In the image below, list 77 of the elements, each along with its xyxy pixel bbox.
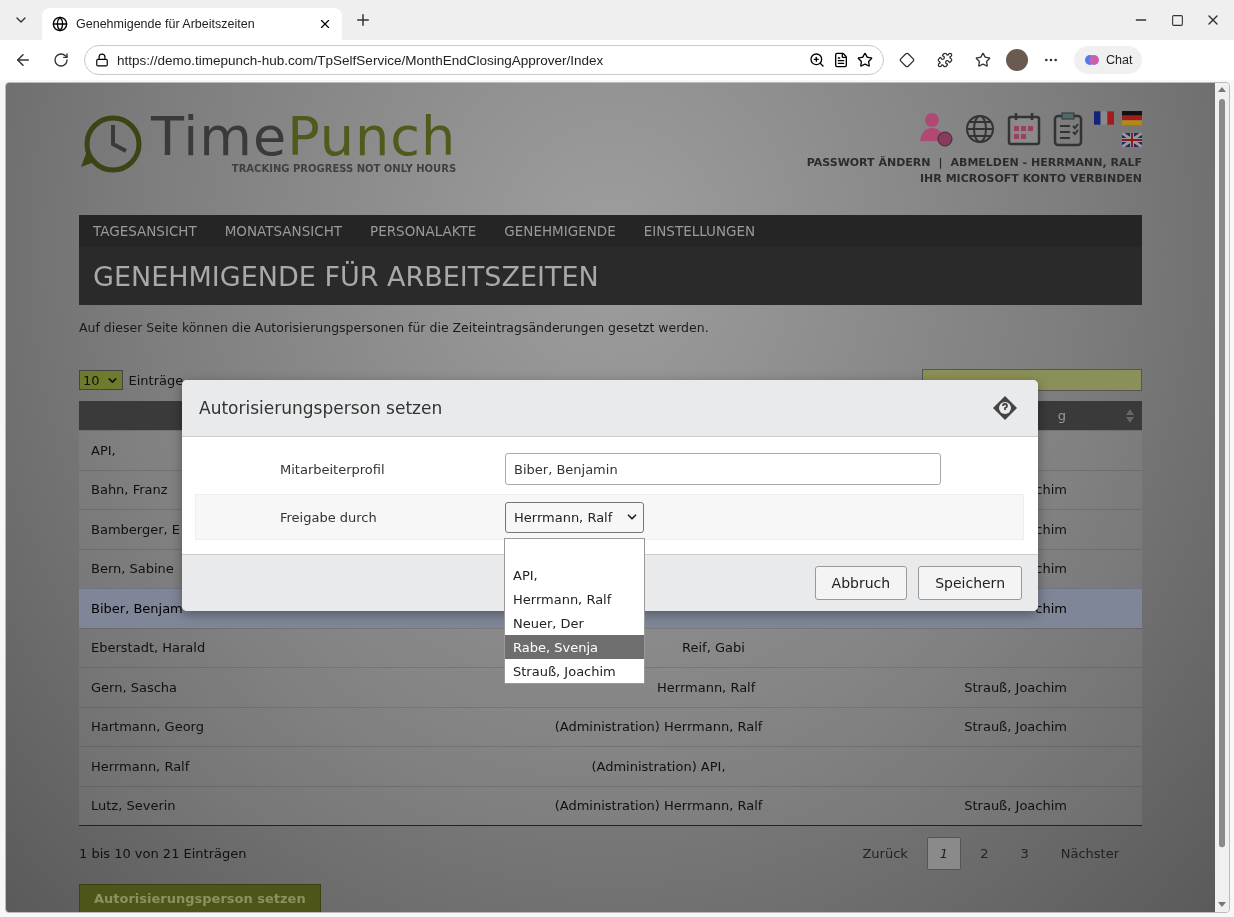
pagination-link[interactable]: Zurück [849,836,921,870]
back-icon[interactable] [14,51,32,69]
star-icon[interactable] [975,52,991,68]
document-icon[interactable] [833,52,849,68]
browser-tab[interactable]: Genehmigende für Arbeitszeiten [42,8,342,40]
dropdown-option[interactable]: Strauß, Joachim [505,659,644,683]
table-cell: Bern, Sabine [91,561,174,577]
table-cell: Herrmann, Ralf [657,679,756,695]
table-info: 1 bis 10 von 21 Einträgen [79,845,247,861]
chat-button[interactable]: Chat [1074,46,1143,74]
field-label: Mitarbeiterprofil [279,461,386,477]
pagination-link[interactable]: 1 [926,836,962,870]
close-icon[interactable] [318,17,332,31]
pagination-link[interactable]: 3 [1007,836,1042,870]
table-cell: Hartmann, Georg [91,719,204,735]
chat-logo-icon [1084,52,1100,68]
puzzle-icon[interactable] [937,52,953,68]
logo-tagline: TRACKING PROGRESS NOT ONLY HOURS [230,163,457,174]
lock-icon[interactable] [95,53,109,67]
table-cell: Lutz, Severin [91,798,176,814]
page-size-select[interactable]: 10 [79,370,123,390]
nav-item[interactable]: GENEHMIGENDE [504,223,616,239]
french-flag-icon[interactable] [1094,111,1114,125]
header-link[interactable]: ABMELDEN - HERRMANN, RALF [950,156,1142,169]
dropdown-option[interactable]: API, [505,563,644,587]
zoom-icon[interactable] [809,52,825,68]
column-header[interactable]: g [1057,408,1066,423]
dialog-title: Autorisierungsperson setzen [199,398,443,418]
cancel-button[interactable]: Abbruch [814,566,908,600]
table-cell: API, [91,442,116,458]
pagination-link[interactable]: Nächster [1047,836,1132,870]
page-description: Auf dieser Seite können die Autorisierungspersonen für die Zeiteintragsänderungen gesetzt werden. [79,320,710,335]
uk-flag-icon[interactable] [1122,133,1142,147]
input-field[interactable]: Biber, Benjamin [505,453,941,485]
table-cell: Reif, Gabi [682,640,745,656]
select-field[interactable]: Herrmann, Ralf [505,501,644,533]
help-icon[interactable] [992,395,1018,421]
diamond-icon[interactable] [899,52,915,68]
table-cell: Strauß, Joachim [964,798,1067,814]
user-info-icon[interactable] [918,111,954,147]
calendar-icon[interactable] [1006,111,1042,147]
header-link[interactable]: PASSWORT ÄNDERN [806,156,931,169]
table-cell: Bahn, Franz [91,482,168,498]
scrollbar[interactable] [1215,83,1229,912]
avatar[interactable] [1006,49,1028,71]
plus-icon[interactable] [354,11,372,29]
table-cell: (Administration) Herrmann, Ralf [554,719,763,735]
table-cell: Bamberger, E [91,521,180,537]
dropdown-option[interactable]: Herrmann, Ralf [505,587,644,611]
nav-item[interactable]: PERSONALAKTE [370,223,477,239]
german-flag-icon[interactable] [1122,111,1142,125]
dropdown-option[interactable]: Neuer, Der [505,611,644,635]
header-link[interactable]: IHR MICROSOFT KONTO VERBINDEN [920,172,1142,185]
nav-item[interactable]: TAGESANSICHT [93,223,197,239]
table-cell: Herrmann, Ralf [91,758,190,774]
logo-wordmark: TimePunch [151,109,457,165]
pagination-link[interactable]: 2 [967,836,1002,870]
dropdown-option[interactable]: Rabe, Svenja [505,635,644,659]
page-title: GENEHMIGENDE FÜR ARBEITSZEITEN [93,260,599,292]
table-cell: Strauß, Joachim [964,679,1067,695]
table-cell: Gern, Sascha [91,679,178,695]
reload-icon[interactable] [53,52,69,68]
star-icon[interactable] [857,52,873,68]
nav-item[interactable]: EINSTELLUNGEN [643,223,756,239]
nav-item[interactable]: MONATSANSICHT [224,223,343,239]
table-cell: (Administration) Herrmann, Ralf [554,798,763,814]
table-cell: (Administration) API, [591,758,726,774]
table-cell: Strauß, Joachim [964,719,1067,735]
table-cell: chim [1035,600,1067,616]
save-button[interactable]: Speichern [918,566,1022,600]
field-label: Freigabe durch [279,509,378,525]
table-cell: Eberstadt, Harald [91,640,206,656]
table-cell: Biber, Benjam [91,600,183,616]
page-size-label: Einträge [128,372,184,388]
separator-text: | [938,156,943,169]
globe-icon [52,16,68,32]
maximize-icon[interactable] [1170,13,1184,27]
